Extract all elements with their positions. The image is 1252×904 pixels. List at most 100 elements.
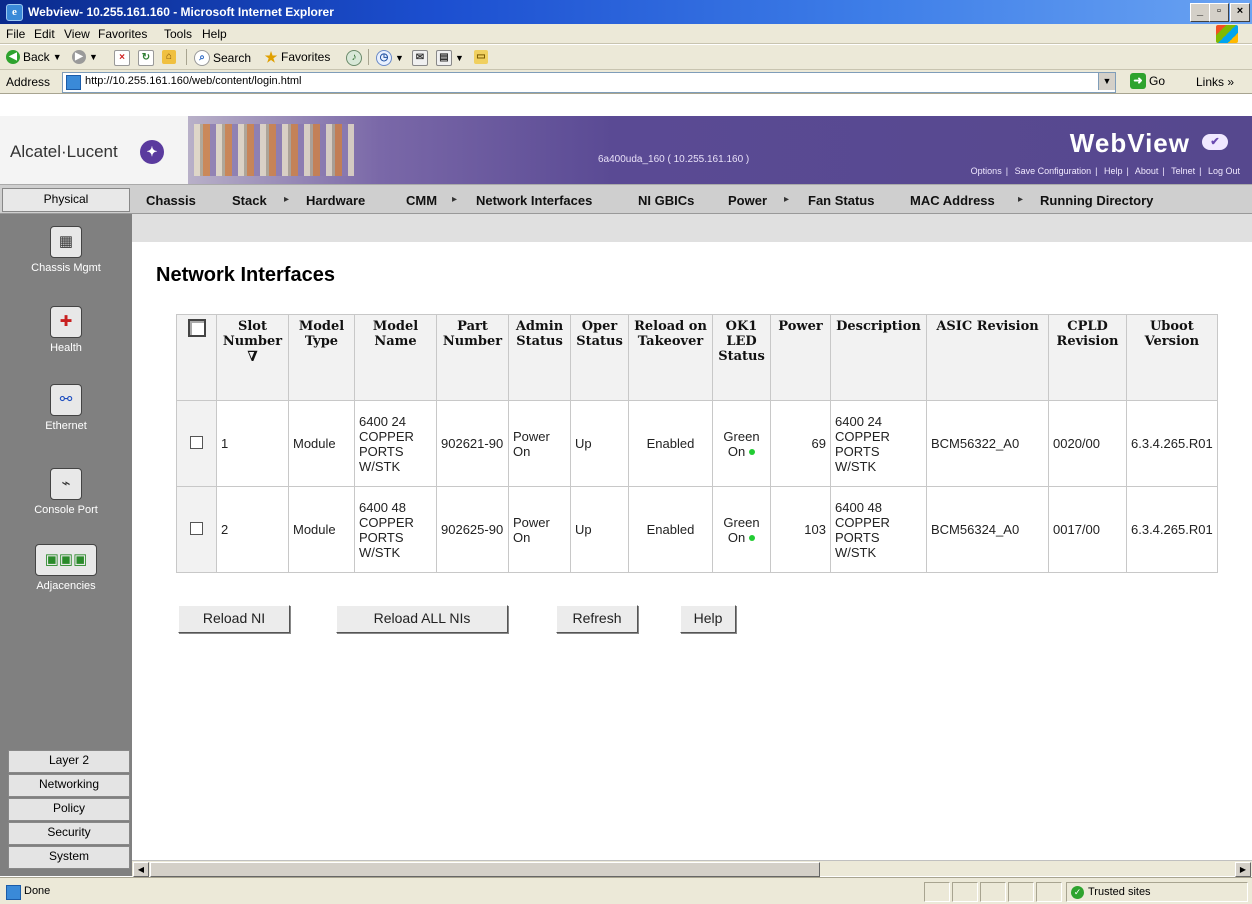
product-brand: WebView [1069,128,1190,158]
refresh-button[interactable]: Refresh [556,605,638,633]
home-button[interactable]: ⌂ [162,50,176,64]
column-header-power: Power [770,314,831,401]
tab-layer-2[interactable]: Layer 2 [8,750,130,773]
back-label: Back [23,50,50,64]
nav-hardware[interactable]: Hardware [306,193,365,208]
history-icon: ◷ [376,50,392,66]
nav-stack[interactable]: Stack [232,193,267,208]
links-button[interactable]: Links » [1196,75,1234,89]
company-logo-icon: ✦ [140,140,164,164]
forward-arrow-icon: ▶ [72,50,86,64]
about-link[interactable]: About [1135,166,1159,176]
help-button[interactable]: Help [680,605,736,633]
telnet-link[interactable]: Telnet [1171,166,1195,176]
tab-system[interactable]: System [8,846,130,869]
minimize-button[interactable]: _ [1190,3,1210,22]
address-input[interactable]: http://10.255.161.160/web/content/login.… [62,72,1116,93]
stop-button[interactable]: × [114,50,130,66]
nav-network-interfaces[interactable]: Network Interfaces [476,193,592,208]
search-button[interactable]: ⌕ Search [194,50,251,66]
nav-chassis[interactable]: Chassis [146,193,196,208]
header-banner: 6a400uda_160 ( 10.255.161.160 ) WebView … [188,116,1252,184]
mail-button[interactable]: ✉ [412,50,428,66]
tab-security[interactable]: Security [8,822,130,845]
cell-model-name: 6400 48 COPPER PORTS W/STK [354,486,437,573]
reload-all-nis-button[interactable]: Reload ALL NIs [336,605,508,633]
nav-ni-gbics[interactable]: NI GBICs [638,193,694,208]
toolbar-divider [368,49,369,65]
refresh-icon: ↻ [138,50,154,66]
log-out-link[interactable]: Log Out [1208,166,1240,176]
favorites-button[interactable]: ★ Favorites [264,50,331,64]
table-row[interactable]: 2 Module 6400 48 COPPER PORTS W/STK 9026… [176,486,1218,573]
ethernet-icon: ⚯ [50,384,82,416]
forward-button[interactable]: ▶ ▼ [72,50,98,64]
window-title-bar: e Webview- 10.255.161.160 - Microsoft In… [0,0,1252,24]
nav-mac-address[interactable]: MAC Address [910,193,995,208]
back-button[interactable]: ◀ Back ▼ [6,50,62,64]
row-select-cell [176,486,217,573]
column-header-slot-number[interactable]: Slot Number ∇ [216,314,289,401]
scroll-right-icon[interactable]: ▶ [1235,862,1251,877]
tab-networking[interactable]: Networking [8,774,130,797]
help-link[interactable]: Help [1104,166,1123,176]
menu-help[interactable]: Help [202,27,227,41]
table-row[interactable]: 1 Module 6400 24 COPPER PORTS W/STK 9026… [176,400,1218,487]
status-bar: Done ✓ Trusted sites [0,877,1252,904]
cell-description: 6400 48 COPPER PORTS W/STK [830,486,927,573]
network-interfaces-table: Slot Number ∇ Model Type Model Name Part… [176,314,1218,573]
folder-button[interactable]: ▭ [474,50,488,64]
cell-admin-status: Power On [508,486,571,573]
tab-policy[interactable]: Policy [8,798,130,821]
tab-physical[interactable]: Physical [2,188,130,212]
select-all-checkbox[interactable] [187,319,206,337]
sidebar-item-adjacencies[interactable]: ▣▣▣ Adjacencies [0,544,132,592]
save-configuration-link[interactable]: Save Configuration [1015,166,1092,176]
scroll-left-icon[interactable]: ◀ [133,862,149,877]
sidebar-item-label: Chassis Mgmt [31,262,101,274]
cell-admin-status: Power On [508,400,571,487]
equipment-banner-image [194,124,354,176]
row-checkbox[interactable] [190,435,203,449]
mail-icon: ✉ [412,50,428,66]
menu-tools[interactable]: Tools [164,27,192,41]
sidebar-item-health[interactable]: ✚ Health [0,306,132,354]
sidebar-item-label: Ethernet [45,420,87,432]
back-arrow-icon: ◀ [6,50,20,64]
sidebar-item-ethernet[interactable]: ⚯ Ethernet [0,384,132,432]
reload-ni-button[interactable]: Reload NI [178,605,290,633]
horizontal-scrollbar[interactable]: ◀ ▶ [132,860,1252,877]
sidebar-item-chassis-mgmt[interactable]: ▦ Chassis Mgmt [0,226,132,274]
led-green-icon [749,449,756,456]
menu-file[interactable]: File [6,27,25,41]
cell-power: 103 [770,486,831,573]
nav-power[interactable]: Power [728,193,767,208]
sidebar-item-console-port[interactable]: ⌁ Console Port [0,468,132,516]
maximize-button[interactable]: ▫ [1209,3,1229,22]
print-button[interactable]: ▤ ▼ [436,50,464,66]
column-header-oper-status: Oper Status [570,314,629,401]
nav-running-directory[interactable]: Running Directory [1040,193,1153,208]
go-arrow-icon: ➜ [1130,73,1146,89]
menu-edit[interactable]: Edit [34,27,55,41]
column-header-cpld-revision: CPLD Revision [1048,314,1127,401]
forward-dropdown-icon: ▼ [89,52,98,62]
sort-descending-icon[interactable]: ∇ [221,349,284,365]
menu-favorites[interactable]: Favorites [98,27,147,41]
company-logo-text: Alcatel·Lucent [10,142,118,161]
address-dropdown-icon[interactable]: ▼ [1098,73,1115,90]
row-checkbox[interactable] [190,521,203,535]
refresh-browser-button[interactable]: ↻ [138,50,154,66]
nav-cmm[interactable]: CMM [406,193,437,208]
history-button[interactable]: ◷ ▼ [376,50,404,66]
cell-asic-revision: BCM56324_A0 [926,486,1049,573]
print-icon: ▤ [436,50,452,66]
scrollbar-thumb[interactable] [150,862,820,877]
go-button[interactable]: ➜ Go [1130,73,1165,89]
nav-fan-status[interactable]: Fan Status [808,193,874,208]
media-button[interactable]: ♪ [346,50,362,66]
cell-reload-on-takeover: Enabled [628,400,713,487]
menu-view[interactable]: View [64,27,90,41]
close-button[interactable]: × [1230,3,1250,22]
options-link[interactable]: Options [971,166,1002,176]
